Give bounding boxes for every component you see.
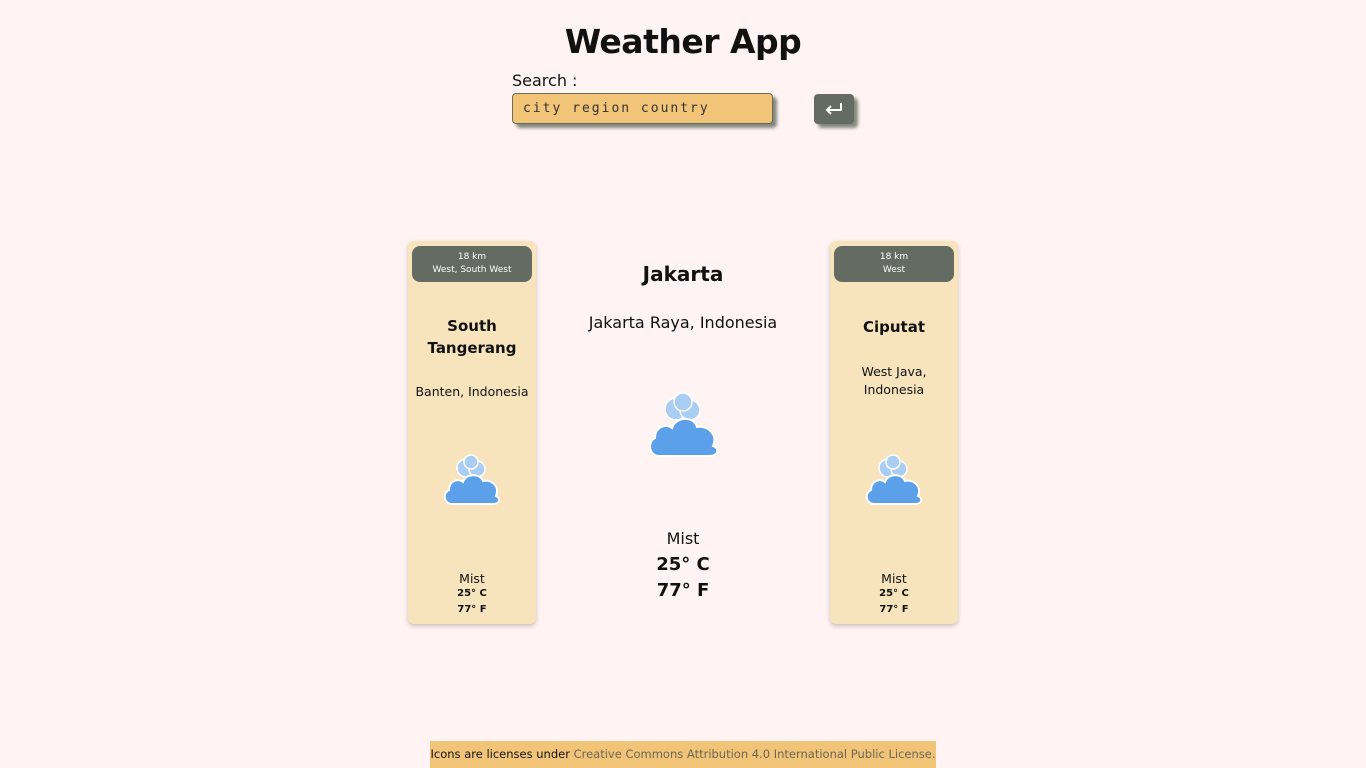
nearby-card-south-tangerang[interactable]: 18 km West, South West South Tangerang B… [408, 241, 536, 624]
nearby-temp-celsius: 25° C [879, 588, 909, 599]
distance-direction: West [882, 265, 906, 275]
distance-value: 18 km [879, 252, 909, 262]
license-footer: Icons are licenses under Creative Common… [430, 741, 936, 768]
weather-app-page: Weather App Search : 18 km West, South W… [0, 0, 1366, 768]
cloudy-icon [443, 454, 501, 505]
main-region: Jakarta Raya, Indonesia [588, 313, 778, 332]
distance-badge: 18 km West, South West [412, 246, 532, 282]
nearby-temp-celsius: 25° C [457, 588, 487, 599]
search-label: Search : [512, 71, 578, 90]
cloudy-icon [865, 454, 923, 505]
license-link[interactable]: Creative Commons Attribution 4.0 Interna… [574, 747, 936, 761]
cloudy-icon [649, 392, 719, 457]
app-title: Weather App [564, 22, 802, 61]
nearby-weather-description: Mist [459, 571, 485, 586]
search-input[interactable] [512, 93, 773, 124]
search-submit-button[interactable] [814, 94, 854, 124]
main-temp-celsius: 25° C [656, 554, 710, 575]
nearby-region: West Java, Indonesia [861, 364, 927, 397]
nearby-region: Banten, Indonesia [415, 384, 529, 399]
nearby-city-name: South Tangerang [427, 317, 517, 357]
nearby-city-name: Ciputat [862, 318, 926, 336]
distance-value: 18 km [457, 252, 487, 262]
distance-badge: 18 km West [834, 246, 954, 282]
main-temp-fahrenheit: 77° F [656, 580, 710, 601]
nearby-weather-description: Mist [881, 571, 907, 586]
main-city-name: Jakarta [642, 262, 724, 286]
enter-return-icon [825, 103, 842, 115]
nearby-card-ciputat[interactable]: 18 km West Ciputat West Java, Indonesia … [830, 241, 958, 624]
main-weather-description: Mist [666, 529, 700, 548]
nearby-temp-fahrenheit: 77° F [457, 604, 487, 615]
footer-text: Icons are licenses under [430, 747, 574, 761]
distance-direction: West, South West [432, 265, 512, 275]
nearby-temp-fahrenheit: 77° F [879, 604, 909, 615]
